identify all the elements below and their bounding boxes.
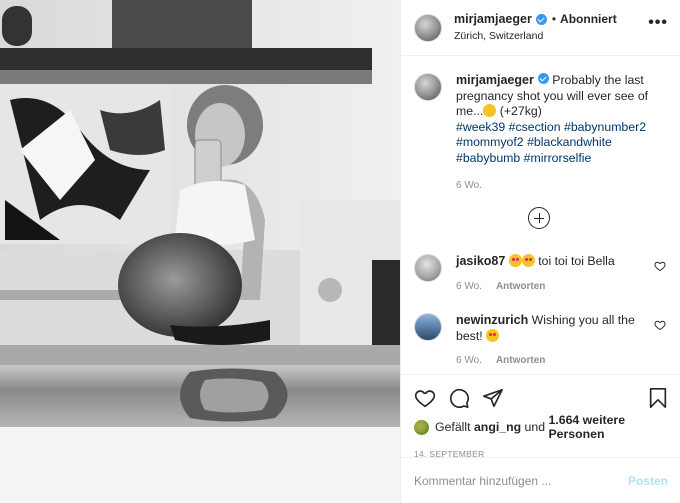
add-comment-bar: Posten (401, 457, 680, 503)
comment-like-heart-icon[interactable] (654, 319, 666, 331)
bookmark-icon[interactable] (648, 387, 668, 409)
comment-input[interactable] (414, 473, 628, 488)
likes-prefix: Gefällt (435, 420, 471, 434)
share-icon[interactable] (482, 387, 504, 409)
plus-circle-icon[interactable] (528, 207, 550, 229)
more-options-icon[interactable]: ••• (648, 15, 668, 31)
commenter-avatar[interactable] (414, 313, 442, 341)
author-avatar[interactable] (414, 13, 442, 42)
caption-weight: (+27kg) (496, 104, 542, 118)
caption-avatar[interactable] (414, 73, 442, 101)
heart-eyes-emoji-icon (486, 328, 500, 342)
comment-icon[interactable] (448, 387, 470, 409)
likes-summary: Gefällt angi_ng und 1.664 weitere Person… (414, 413, 668, 441)
comment-username[interactable]: newinzurich (456, 313, 528, 327)
follow-status-button[interactable]: Abonniert (560, 12, 617, 27)
instagram-post: mirjamjaeger • Abonniert Zürich, Switzer… (0, 0, 680, 503)
comment-username[interactable]: jasiko87 (456, 254, 505, 268)
liker-username[interactable]: angi_ng (474, 420, 521, 434)
post-actions: Gefällt angi_ng und 1.664 weitere Person… (401, 374, 680, 459)
separator-dot: • (551, 11, 557, 26)
comment-like-heart-icon[interactable] (654, 260, 666, 272)
post-sidebar: mirjamjaeger • Abonniert Zürich, Switzer… (400, 0, 680, 503)
post-photo[interactable] (0, 0, 400, 503)
comment-item: newinzurich Wishing you all the best! 6 … (414, 313, 666, 369)
likes-middle: und (524, 420, 546, 434)
comment-text: toi toi toi Bella (538, 254, 615, 268)
post-caption: mirjamjaeger Probably the last pregnancy… (401, 57, 680, 194)
comment-time[interactable]: 6 Wo. (456, 281, 482, 292)
caption-username[interactable]: mirjamjaeger (456, 73, 534, 87)
comment-time[interactable]: 6 Wo. (456, 355, 482, 366)
post-comment-button[interactable]: Posten (628, 474, 668, 488)
likes-count-button[interactable]: 1.664 weitere Personen (548, 413, 668, 441)
author-info: mirjamjaeger • Abonniert Zürich, Switzer… (454, 12, 617, 44)
post-location[interactable]: Zürich, Switzerland (454, 29, 617, 44)
caption-hashtags[interactable]: #week39 #csection #babynumber2 #mommyof2… (456, 120, 654, 167)
comments-section: mirjamjaeger Probably the last pregnancy… (401, 57, 680, 373)
sweat-smile-emoji-icon (483, 104, 497, 117)
comment-item: jasiko87 toi toi toi Bella 6 Wo. Antworte… (414, 254, 666, 294)
heart-eyes-emoji-icon (521, 254, 535, 267)
caption-time[interactable]: 6 Wo. (456, 178, 654, 194)
action-icons (414, 383, 668, 411)
heart-eyes-emoji-icon (508, 254, 522, 267)
mirror-selfie-image (0, 0, 400, 503)
author-username[interactable]: mirjamjaeger (454, 12, 532, 27)
comment-reply-button[interactable]: Antworten (496, 281, 545, 292)
verified-badge-icon (535, 13, 547, 25)
post-header: mirjamjaeger • Abonniert Zürich, Switzer… (401, 0, 680, 56)
comment-reply-button[interactable]: Antworten (496, 355, 545, 366)
commenter-avatar[interactable] (414, 254, 442, 282)
heart-icon[interactable] (414, 387, 436, 409)
verified-badge-icon (537, 73, 549, 84)
liker-avatar[interactable] (414, 419, 429, 435)
